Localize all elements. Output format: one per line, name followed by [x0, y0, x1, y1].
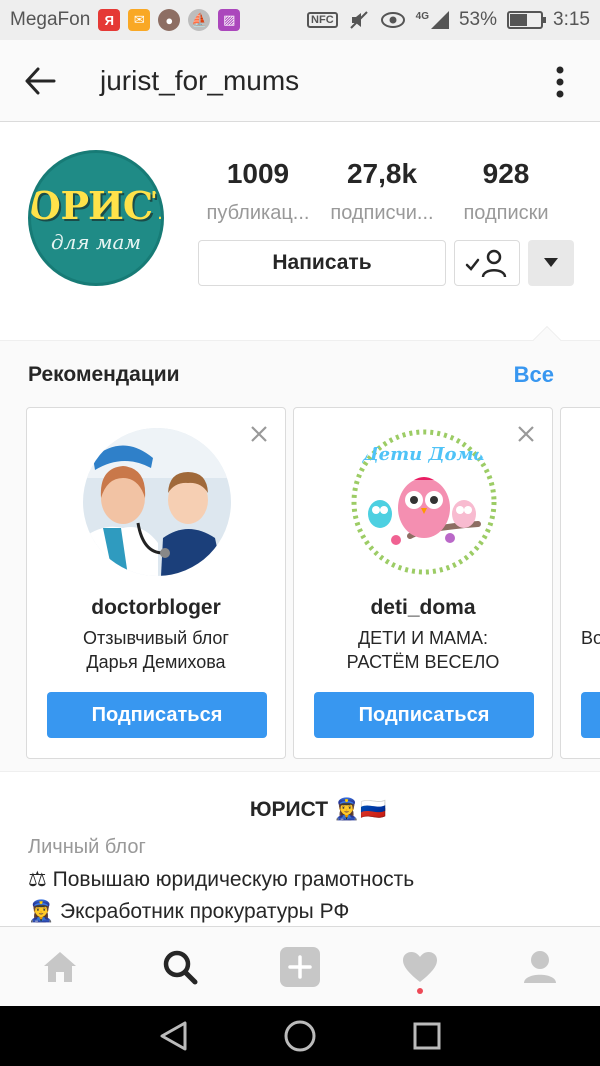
tab-profile[interactable] [480, 927, 600, 1006]
follow-button[interactable]: Подписаться [314, 692, 534, 738]
profile-icon [524, 950, 556, 983]
card-description: Отзывчивый блог Дарья Демихова [27, 626, 285, 674]
avatar-logo-subtext: для мам [50, 229, 142, 254]
nav-back-icon[interactable] [158, 1020, 188, 1052]
recommendation-card[interactable]: doctorbloger Отзывчивый блог Дарья Демих… [26, 407, 286, 759]
gallery-app-icon: ▨ [218, 9, 241, 31]
see-all-link[interactable]: Все [514, 362, 554, 388]
recommendation-card[interactable]: Дети Дома deti_doma ДЕТИ И МАМА: РАСТЁМ … [293, 407, 553, 759]
mute-icon [349, 11, 368, 29]
profile-avatar[interactable]: ЮРИСТ для мам [28, 150, 164, 286]
notes-app-icon: ✉ [128, 9, 151, 31]
recommendations-title: Рекомендации [28, 363, 180, 386]
battery-percent: 53% [458, 9, 498, 30]
ship-app-icon: ⛵ [188, 9, 211, 31]
doctor-photo [83, 428, 231, 576]
bio-line: 👮‍♀ Экс‍работник прокуратуры РФ [28, 900, 350, 923]
suggestions-toggle-button[interactable] [528, 240, 574, 286]
posts-stat[interactable]: 1009 публикац... [196, 158, 320, 225]
follow-button[interactable] [581, 692, 600, 738]
avatar-logo-text: ЮРИСТ [31, 182, 161, 228]
signal-icon: 4G [416, 11, 449, 29]
card-username[interactable]: deti_doma [294, 596, 552, 620]
profile-header: jurist_for_mums [0, 40, 600, 122]
carrier-name: MegaFon [10, 9, 91, 30]
more-options-button[interactable] [540, 62, 580, 102]
card-username[interactable]: doctorbloger [27, 596, 285, 620]
tab-home[interactable] [0, 927, 120, 1006]
following-label: подписки [463, 202, 549, 224]
heart-icon [403, 951, 437, 982]
profile-app-icon: ● [158, 9, 181, 31]
posts-count: 1009 [226, 158, 290, 189]
system-nav-bar [0, 1006, 600, 1066]
notification-dot [417, 988, 423, 994]
yandex-app-icon: Я [98, 9, 121, 31]
search-icon [163, 950, 198, 984]
profile-section: ЮРИСТ для мам 1009 публикац... 27,8k под… [0, 122, 600, 340]
doctorbloger-avatar[interactable] [83, 428, 231, 576]
card-description-line: ДЕТИ И МАМА: [357, 628, 489, 648]
posts-label: публикац... [206, 202, 310, 224]
battery-icon [507, 11, 547, 29]
tab-search[interactable] [120, 927, 240, 1006]
clock: 3:15 [553, 9, 590, 30]
eye-icon [380, 12, 405, 28]
bio-name: ЮРИСТ 👮‍♀🇷🇺 [249, 798, 387, 821]
caret-down-icon [544, 258, 558, 267]
nav-recents-icon[interactable] [412, 1021, 442, 1051]
following-status-button[interactable] [454, 240, 520, 286]
following-count: 928 [482, 158, 530, 189]
tab-activity[interactable] [360, 927, 480, 1006]
more-vertical-icon [556, 66, 564, 98]
logo-text: Дети Дома [362, 444, 486, 465]
recommendations-panel: Рекомендации Все doctorbloger Отзывчивый… [0, 325, 600, 772]
deti-doma-avatar[interactable]: Дети Дома [350, 428, 498, 576]
bio-category: Личный блог [28, 836, 146, 858]
card-description: Во [581, 628, 600, 648]
back-button[interactable] [0, 40, 80, 122]
add-post-icon [280, 946, 320, 987]
status-bar: MegaFon Я ✉ ● ⛵ ▨ NFC 4G 53% 3:15 [0, 0, 600, 40]
message-button[interactable]: Написать [198, 240, 446, 286]
profile-actions: Написать [198, 240, 574, 286]
dismiss-button[interactable] [516, 424, 536, 444]
bio-line: ⚖ Повышаю юридическую грамотность [28, 868, 415, 891]
home-icon [44, 951, 76, 982]
follow-button[interactable]: Подписаться [47, 692, 267, 738]
dismiss-button[interactable] [249, 424, 269, 444]
followers-count: 27,8k [346, 158, 418, 189]
card-description: ДЕТИ И МАМА: РАСТЁМ ВЕСЕЛО [294, 626, 552, 674]
recommendation-card[interactable]: Во [560, 407, 600, 759]
profile-stats: 1009 публикац... 27,8k подписчи... 928 п… [196, 158, 568, 225]
page-title: jurist_for_mums [100, 64, 300, 96]
following-stat[interactable]: 928 подписки [444, 158, 568, 225]
card-description-line: Дарья Демихова [86, 652, 226, 672]
back-arrow-icon [25, 67, 56, 94]
profile-bio: ЮРИСТ 👮‍♀🇷🇺 Личный блог ⚖ Повышаю юридич… [0, 798, 600, 924]
close-icon [251, 426, 267, 442]
followers-label: подписчи... [330, 202, 434, 224]
bottom-tab-bar [0, 926, 600, 1006]
nav-home-icon[interactable] [283, 1019, 317, 1053]
close-icon [518, 426, 534, 442]
followers-stat[interactable]: 27,8k подписчи... [320, 158, 444, 225]
nfc-icon: NFC [307, 12, 338, 28]
person-check-icon [465, 249, 507, 278]
card-description-line: Отзывчивый блог [83, 628, 229, 648]
tab-new-post[interactable] [240, 927, 360, 1006]
card-description-line: РАСТЁМ ВЕСЕЛО [346, 652, 500, 672]
